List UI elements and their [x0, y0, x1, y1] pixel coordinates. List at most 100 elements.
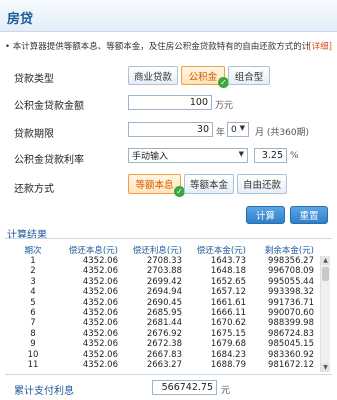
column-header: 偿还本金(元): [196, 246, 246, 256]
table-cell: 986724.83: [268, 328, 314, 339]
table-cell: 1679.68: [210, 339, 246, 350]
reset-button[interactable]: 重置: [290, 206, 328, 224]
table-cell: 1648.18: [210, 266, 246, 277]
table-cell: 996708.09: [268, 266, 314, 277]
repay-equal-principal-button[interactable]: 等额本金: [184, 174, 234, 194]
table-cell: 4352.06: [82, 287, 118, 298]
table-cell: 4352.06: [82, 318, 118, 329]
table-cell: 3: [30, 276, 36, 287]
table-cell: 2699.42: [146, 276, 182, 287]
chevron-down-icon: ▼: [238, 150, 244, 158]
table-cell: 2667.83: [146, 349, 182, 360]
table-cell: 1670.62: [210, 318, 246, 329]
table-cell: 1: [30, 256, 36, 266]
table-cell: 8: [30, 328, 36, 339]
repay-free-label: 自由还款: [242, 180, 281, 191]
loan-type-fund-button[interactable]: 公积金 ✓: [181, 66, 229, 88]
table-cell: 2663.27: [146, 359, 182, 370]
table-row: 5 4352.06 2690.45 1661.61 991736.71: [8, 298, 318, 308]
header: 房贷: [0, 0, 337, 32]
table-row: 2 4352.06 2703.88 1648.18 996708.09: [8, 266, 318, 276]
table-cell: 2694.94: [146, 287, 182, 298]
table-cell: 4352.06: [82, 256, 118, 266]
repay-method-label: 还款方式: [14, 184, 54, 195]
fund-rate-mode-select[interactable]: 手动输入 ▼: [128, 148, 248, 163]
repay-equal-principal-label: 等额本金: [189, 180, 228, 191]
table-cell: 9: [30, 339, 36, 350]
table-cell: 4352.06: [82, 307, 118, 318]
table-cell: 2690.45: [146, 297, 182, 308]
table-row: 4 4352.06 2694.94 1657.12 993398.32: [8, 287, 318, 297]
fund-rate-label: 公积金贷款利率: [14, 155, 84, 166]
table-cell: 991736.71: [268, 297, 314, 308]
column-header: 剩余本金(元): [264, 246, 314, 256]
table-cell: 4352.06: [82, 266, 118, 277]
table-cell: 11: [27, 359, 39, 370]
loan-type-label: 贷款类型: [14, 74, 54, 85]
table-cell: 2681.44: [146, 318, 182, 329]
loan-type-commercial-button[interactable]: 商业贷款: [128, 66, 178, 85]
column-header: 偿还利息(元): [132, 246, 182, 256]
scrollbar-thumb[interactable]: [322, 267, 329, 281]
loan-term-months-note: 月 (共360期): [255, 128, 310, 138]
table-cell: 988399.98: [268, 318, 314, 329]
page-title: 房贷: [7, 12, 34, 27]
loan-type-combined-label: 组合型: [234, 71, 264, 83]
table-cell: 7: [30, 318, 36, 329]
table-row: 6 4352.06 2685.95 1666.11 990070.60: [8, 308, 318, 318]
table-cell: 10: [27, 349, 39, 360]
table-cell: 2672.38: [146, 339, 182, 350]
table-cell: 2676.92: [146, 328, 182, 339]
fund-amount-unit: 万元: [215, 101, 234, 111]
table-cell: 4: [30, 287, 36, 298]
table-cell: 1643.73: [210, 256, 246, 266]
chevron-down-icon: ▼: [239, 124, 245, 132]
loan-type-commercial-label: 商业贷款: [133, 71, 172, 83]
results-table[interactable]: 1 4352.06 2708.33 1643.73 998356.27 2 4352.06 2…: [8, 256, 318, 372]
results-table-header: 期次 偿还本息(元) 偿还利息(元) 偿还本金(元) 剩余本金(元): [8, 244, 326, 256]
table-cell: 2685.95: [146, 307, 182, 318]
repay-equal-installment-button[interactable]: 等额本息 ✓: [128, 174, 185, 197]
fund-amount-input[interactable]: 100: [128, 95, 212, 110]
loan-term-years-input[interactable]: 30: [128, 122, 213, 137]
repay-free-button[interactable]: 自由还款: [237, 174, 287, 194]
total-interest-value: 566742.75: [152, 380, 217, 395]
table-row: 9 4352.06 2672.38 1679.68 985045.15: [8, 339, 318, 349]
scroll-up-icon[interactable]: ▲: [321, 256, 330, 265]
table-cell: 1657.12: [210, 287, 246, 298]
loan-term-label: 贷款期限: [14, 129, 54, 140]
detail-link[interactable]: [详细]: [308, 40, 332, 52]
calculate-button[interactable]: 计算: [246, 206, 285, 224]
table-cell: 1666.11: [210, 307, 246, 318]
table-cell: 4352.06: [82, 276, 118, 287]
table-cell: 4352.06: [82, 349, 118, 360]
column-header: 偿还本息(元): [68, 246, 118, 256]
table-cell: 2708.33: [146, 256, 182, 266]
loan-type-combined-button[interactable]: 组合型: [228, 66, 270, 85]
loan-term-months-select[interactable]: 0 ▼: [227, 122, 249, 137]
table-cell: 6: [30, 307, 36, 318]
table-cell: 1661.61: [210, 297, 246, 308]
fund-rate-input[interactable]: 3.25: [254, 148, 287, 163]
scroll-down-icon[interactable]: ▼: [321, 363, 330, 372]
table-cell: 1684.23: [210, 349, 246, 360]
table-cell: 998356.27: [268, 256, 314, 266]
table-scrollbar[interactable]: ▲ ▼: [320, 256, 330, 372]
table-cell: 1675.15: [210, 328, 246, 339]
section-divider: [5, 374, 332, 375]
table-cell: 4352.06: [82, 328, 118, 339]
table-cell: 985045.15: [268, 339, 314, 350]
loan-type-fund-label: 公积金: [188, 71, 218, 83]
loan-term-months-value: 0: [231, 124, 237, 135]
loan-term-years-unit: 年: [216, 128, 226, 138]
table-cell: 5: [30, 297, 36, 308]
table-row: 1 4352.06 2708.33 1643.73 998356.27: [8, 256, 318, 266]
fund-rate-unit: %: [290, 151, 299, 161]
table-cell: 4352.06: [82, 339, 118, 350]
total-interest-label: 累计支付利息: [14, 386, 74, 397]
table-cell: 990070.60: [268, 307, 314, 318]
table-cell: 995055.44: [268, 276, 314, 287]
table-row: 3 4352.06 2699.42 1652.65 995055.44: [8, 277, 318, 287]
table-cell: 4352.06: [82, 297, 118, 308]
section-divider: [5, 238, 332, 239]
